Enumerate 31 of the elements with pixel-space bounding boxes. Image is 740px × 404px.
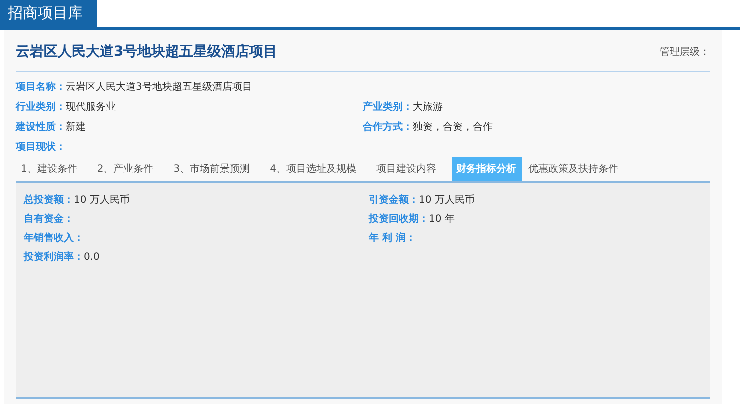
field-label: 建设性质： xyxy=(16,120,66,134)
field-label: 项目名称： xyxy=(16,80,66,94)
field-value: 10 万人民币 xyxy=(419,194,475,208)
field-value: 新建 xyxy=(66,120,86,134)
tab[interactable]: 优惠政策及扶持条件 xyxy=(524,157,624,181)
field-label: 年 利 润： xyxy=(369,231,416,246)
tab[interactable]: 4、项目选址及规模 xyxy=(265,157,362,181)
field-label: 自有资金： xyxy=(24,212,74,227)
page-title: 招商项目库 xyxy=(0,0,97,27)
field-value: 现代服务业 xyxy=(66,100,116,114)
field-label: 产业类别： xyxy=(363,100,413,114)
field-label: 总投资额： xyxy=(24,193,74,208)
tab[interactable]: 1、建设条件 xyxy=(16,157,82,181)
tab[interactable]: 项目建设内容 xyxy=(372,157,442,181)
field-value: 大旅游 xyxy=(413,100,443,114)
management-level-label: 管理层级： xyxy=(660,46,710,60)
field-value: 云岩区人民大道3号地块超五星级酒店项目 xyxy=(66,80,252,94)
field-label: 年销售收入： xyxy=(24,232,84,246)
tab[interactable]: 2、产业条件 xyxy=(92,157,159,181)
field-label: 引资金额： xyxy=(369,193,419,208)
tab[interactable]: 3、市场前景预测 xyxy=(168,157,256,181)
field-value: 0.0 xyxy=(84,251,100,265)
field-value: 独资，合资，合作 xyxy=(413,120,493,134)
field-label: 投资利润率： xyxy=(24,250,84,265)
project-title: 云岩区人民大道3号地块超五星级酒店项目 xyxy=(16,42,278,62)
field-label: 项目现状： xyxy=(16,140,66,154)
field-value: 10 年 xyxy=(429,213,455,227)
field-label: 行业类别： xyxy=(16,100,66,114)
field-value: 10 万人民币 xyxy=(74,194,130,208)
field-label: 投资回收期： xyxy=(369,212,429,227)
field-label: 合作方式： xyxy=(363,120,413,134)
